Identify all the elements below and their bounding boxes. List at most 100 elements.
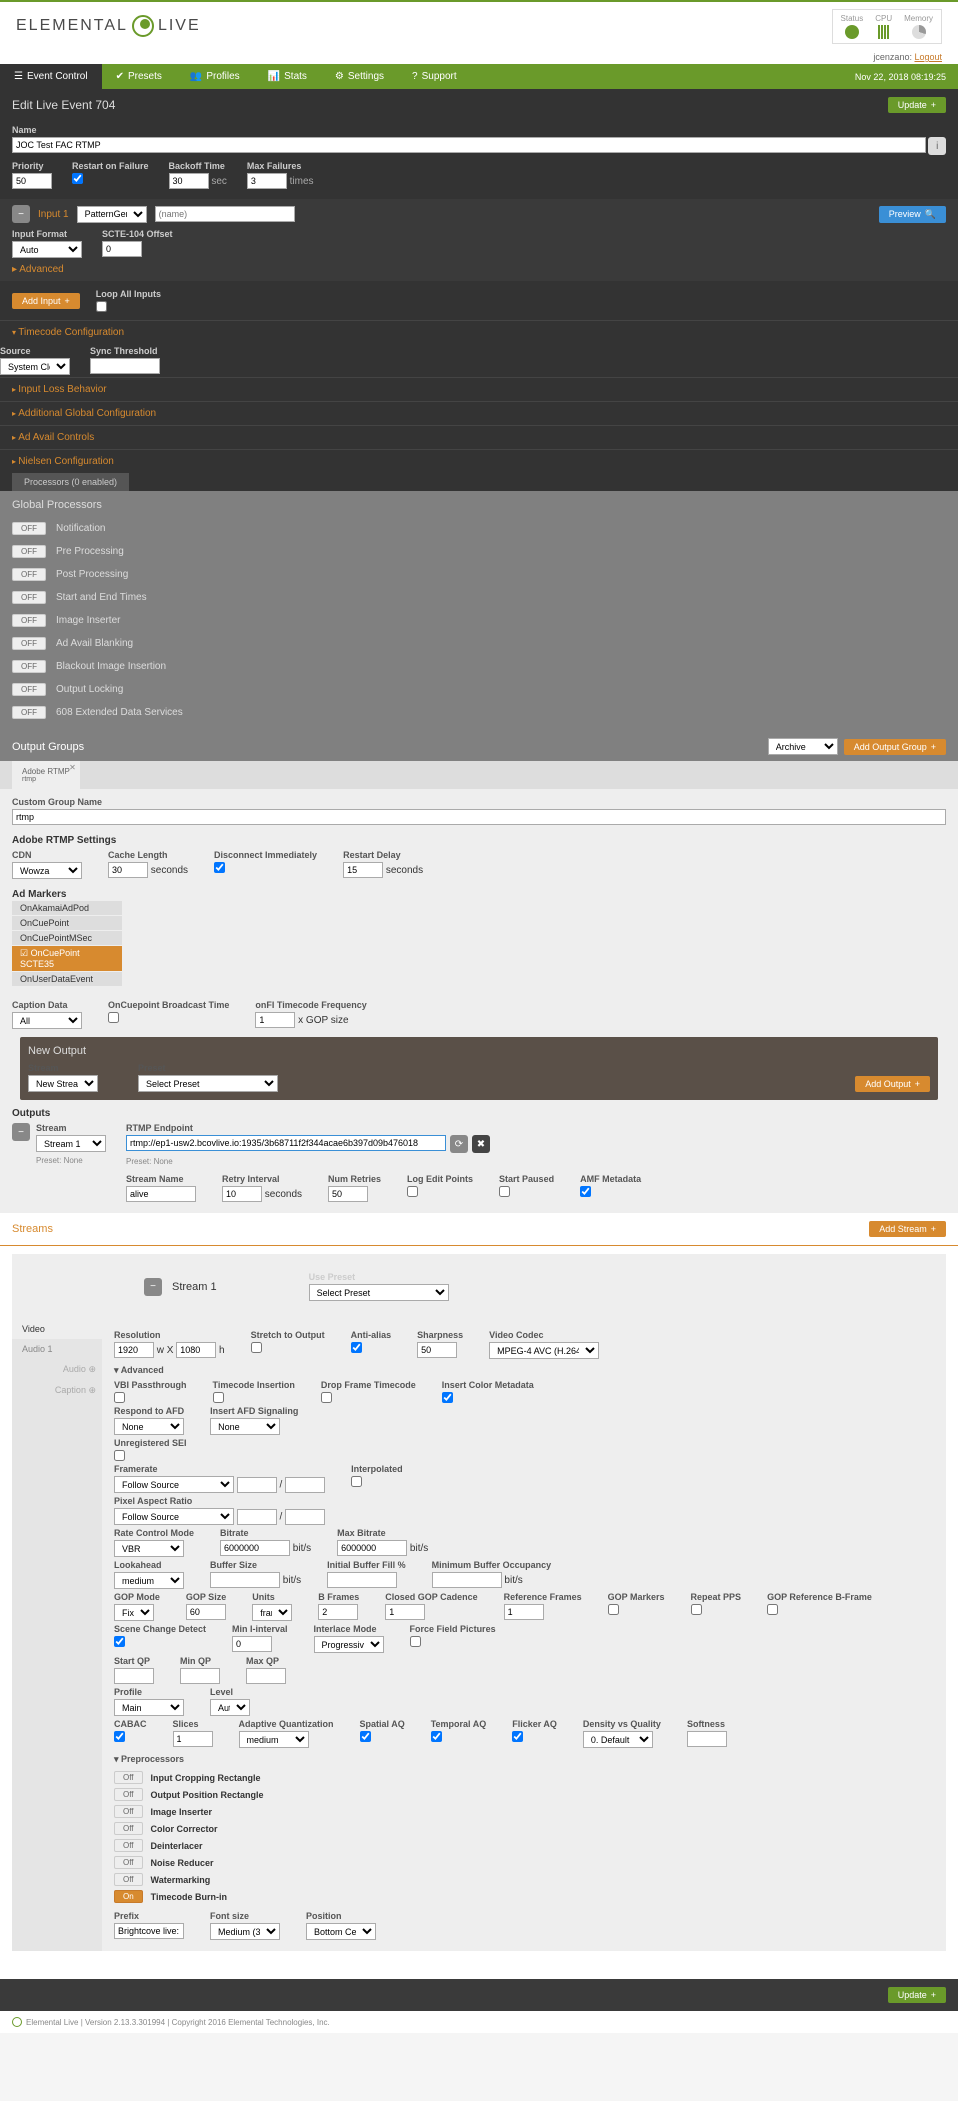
ffp-checkbox[interactable] [410, 1636, 421, 1647]
spataq-checkbox[interactable] [360, 1731, 371, 1742]
output-group-tab[interactable]: Adobe RTMPrtmp ✕ [12, 761, 80, 789]
restart-delay-input[interactable] [343, 862, 383, 878]
gp-toggle[interactable]: OFF [12, 637, 46, 650]
loop-checkbox[interactable] [96, 301, 107, 312]
tcins-checkbox[interactable] [213, 1392, 224, 1403]
par-select[interactable]: Follow Source [114, 1508, 234, 1525]
interp-checkbox[interactable] [351, 1476, 362, 1487]
stretch-checkbox[interactable] [251, 1342, 262, 1353]
gp-toggle[interactable]: OFF [12, 660, 46, 673]
tab-support[interactable]: ? Support [398, 64, 471, 89]
unsei-checkbox[interactable] [114, 1450, 125, 1461]
gp-toggle[interactable]: OFF [12, 683, 46, 696]
custom-group-name-input[interactable] [12, 809, 946, 825]
pp-toggle[interactable]: Off [114, 1822, 143, 1835]
gp-toggle[interactable]: OFF [12, 706, 46, 719]
pp-toggle[interactable]: Off [114, 1788, 143, 1801]
codec-select[interactable]: MPEG-4 AVC (H.264) [489, 1342, 599, 1359]
output-group-type-select[interactable]: Archive [768, 738, 838, 755]
collapse-stream-button[interactable]: − [144, 1278, 162, 1296]
profile-select[interactable]: Main [114, 1699, 184, 1716]
backoff-input[interactable] [169, 173, 209, 189]
vtab-caption-add[interactable]: Caption ⊕ [12, 1380, 102, 1401]
new-output-preset-select[interactable]: Select Preset [138, 1075, 278, 1092]
acc-input-loss[interactable]: Input Loss Behavior [0, 377, 958, 401]
gopref-checkbox[interactable] [767, 1604, 778, 1615]
delete-icon[interactable]: ✖ [472, 1135, 490, 1153]
cdn-select[interactable]: Wowza [12, 862, 82, 879]
stream-name-input[interactable] [126, 1186, 196, 1202]
pp-toggle[interactable]: Off [114, 1839, 143, 1852]
restart-checkbox[interactable] [72, 173, 83, 184]
aq-select[interactable]: medium [239, 1731, 309, 1748]
gopmode-select[interactable]: Fixed [114, 1604, 154, 1621]
slices-input[interactable] [173, 1731, 213, 1747]
mbo-input[interactable] [432, 1572, 502, 1588]
pp-toggle[interactable]: Off [114, 1873, 143, 1886]
add-input-button[interactable]: Add Input + [12, 293, 80, 309]
priority-input[interactable] [12, 173, 52, 189]
link-icon[interactable]: ⟳ [450, 1135, 468, 1153]
input-format-select[interactable]: Auto [12, 241, 82, 258]
pp-toggle[interactable]: Off [114, 1856, 143, 1869]
sharpness-input[interactable] [417, 1342, 457, 1358]
onfi-input[interactable] [255, 1012, 295, 1028]
timecode-source-select[interactable]: System Clock [0, 358, 70, 375]
lookahead-select[interactable]: medium [114, 1572, 184, 1589]
oncue-checkbox[interactable] [108, 1012, 119, 1023]
preview-button[interactable]: Preview 🔍 [879, 206, 946, 223]
vbi-checkbox[interactable] [114, 1392, 125, 1403]
sqp-input[interactable] [114, 1668, 154, 1684]
start-paused-checkbox[interactable] [499, 1186, 510, 1197]
ad-marker-option[interactable]: OnAkamaiAdPod [12, 901, 122, 915]
use-preset-select[interactable]: Select Preset [309, 1284, 449, 1301]
acc-ad-avail[interactable]: Ad Avail Controls [0, 425, 958, 449]
gp-toggle[interactable]: OFF [12, 568, 46, 581]
preprocessors-toggle[interactable]: Preprocessors [114, 1754, 934, 1765]
ad-marker-option[interactable]: OnCuePointMSec [12, 931, 122, 945]
collapse-input-button[interactable]: − [12, 205, 30, 223]
res-w-input[interactable] [114, 1342, 154, 1358]
framerate-select[interactable]: Follow Source [114, 1476, 234, 1493]
add-stream-button[interactable]: Add Stream + [869, 1221, 946, 1237]
collapse-output-button[interactable]: − [12, 1123, 30, 1141]
bframes-input[interactable] [318, 1604, 358, 1620]
acc-timecode[interactable]: Timecode Configuration [0, 320, 958, 344]
res-h-input[interactable] [176, 1342, 216, 1358]
pp-toggle[interactable]: Off [114, 1805, 143, 1818]
log-edit-checkbox[interactable] [407, 1186, 418, 1197]
close-icon[interactable]: ✕ [69, 763, 76, 772]
acc-nielsen[interactable]: Nielsen Configuration [0, 449, 958, 473]
flicker-checkbox[interactable] [512, 1731, 523, 1742]
add-output-group-button[interactable]: Add Output Group + [844, 739, 946, 755]
rtmp-endpoint-input[interactable] [126, 1135, 446, 1151]
pp-toggle[interactable]: On [114, 1890, 143, 1903]
refframes-input[interactable] [504, 1604, 544, 1620]
vtab-video[interactable]: Video [12, 1319, 102, 1339]
softness-input[interactable] [687, 1731, 727, 1747]
vtab-audio1[interactable]: Audio 1 [12, 1339, 102, 1359]
gp-toggle[interactable]: OFF [12, 522, 46, 535]
afd-select[interactable]: None [114, 1418, 184, 1435]
cabac-checkbox[interactable] [114, 1731, 125, 1742]
antialias-checkbox[interactable] [351, 1342, 362, 1353]
vtab-audio-add[interactable]: Audio ⊕ [12, 1359, 102, 1380]
pp-toggle[interactable]: Off [114, 1771, 143, 1784]
iafd-select[interactable]: None [210, 1418, 280, 1435]
cache-length-input[interactable] [108, 862, 148, 878]
output-stream-select[interactable]: Stream 1 [36, 1135, 106, 1152]
mini-input[interactable] [232, 1636, 272, 1652]
logout-link[interactable]: Logout [914, 52, 942, 62]
input-source-select[interactable]: PatternGenerator (HD-S [77, 206, 147, 223]
bufsize-input[interactable] [210, 1572, 280, 1588]
icm-checkbox[interactable] [442, 1392, 453, 1403]
name-info-icon[interactable]: i [928, 137, 946, 155]
sync-threshold-input[interactable] [90, 358, 160, 374]
gp-toggle[interactable]: OFF [12, 614, 46, 627]
scte-input[interactable] [102, 241, 142, 257]
gp-toggle[interactable]: OFF [12, 591, 46, 604]
gp-toggle[interactable]: OFF [12, 545, 46, 558]
tab-profiles[interactable]: 👥 Profiles [176, 64, 254, 89]
level-select[interactable]: Auto [210, 1699, 250, 1716]
rcm-select[interactable]: VBR [114, 1540, 184, 1557]
